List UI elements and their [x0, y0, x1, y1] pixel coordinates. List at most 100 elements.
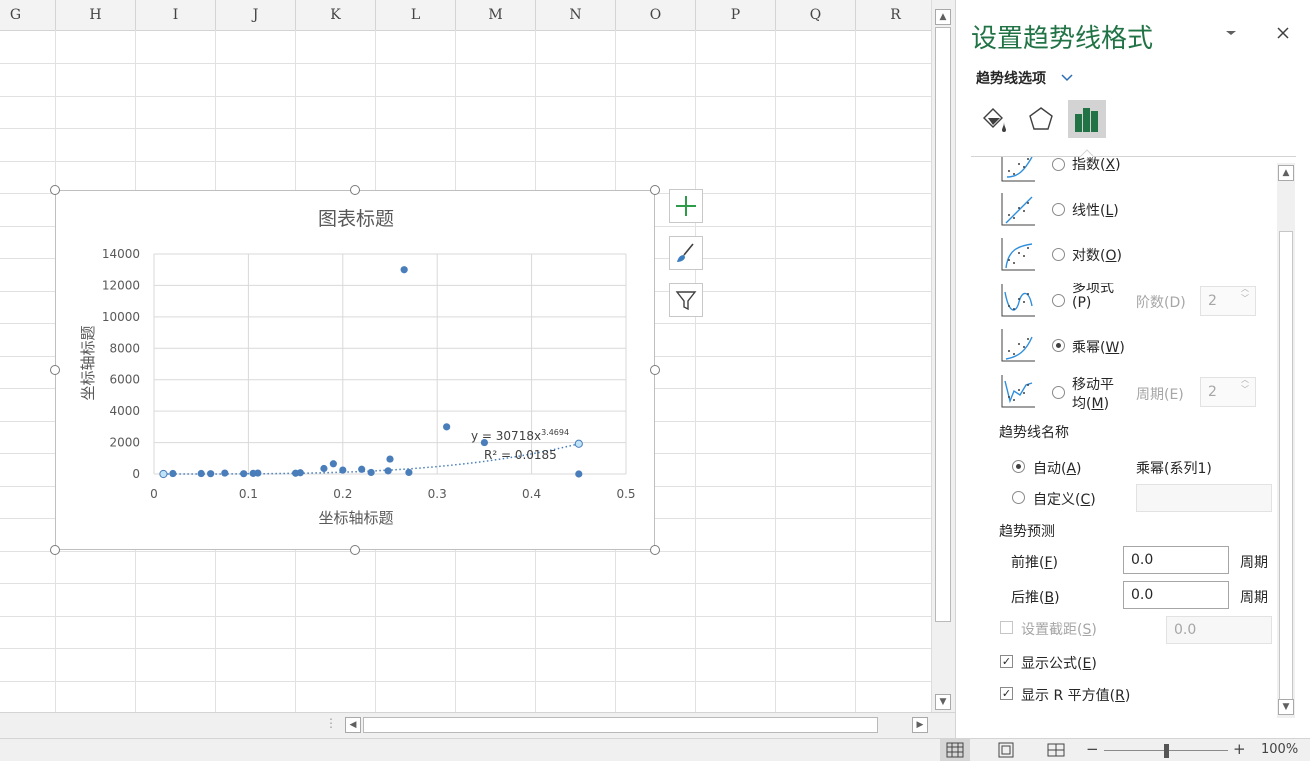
zoom-level[interactable]: 100% — [1261, 742, 1298, 757]
zoom-in-button[interactable]: + — [1233, 740, 1246, 758]
moving-average-label-line2[interactable]: 均(M) — [1072, 393, 1109, 413]
scroll-up-arrow-icon[interactable]: ▲ — [1278, 165, 1294, 181]
show-r2-label[interactable]: 显示 R 平方值(R) — [1021, 685, 1130, 705]
column-header-P[interactable]: P — [696, 0, 776, 30]
scroll-left-arrow-icon[interactable]: ◀ — [345, 717, 361, 733]
data-point[interactable] — [254, 469, 262, 477]
resize-handle-left[interactable] — [50, 365, 60, 375]
vertical-scroll-thumb[interactable] — [935, 27, 951, 622]
horizontal-scroll-thumb[interactable] — [363, 717, 878, 733]
power-radio[interactable] — [1052, 339, 1065, 352]
resize-handle-bottom[interactable] — [350, 545, 360, 555]
chevron-down-icon[interactable] — [1224, 26, 1238, 40]
resize-handle-top[interactable] — [350, 185, 360, 195]
horizontal-scrollbar[interactable]: ⋮ ◀ ▶ — [0, 712, 955, 738]
vertical-scrollbar[interactable]: ▲ ▼ — [931, 0, 955, 712]
resize-handle-bottom-right[interactable] — [650, 545, 660, 555]
trendline-options-dropdown[interactable]: 趋势线选项 — [976, 68, 1046, 88]
resize-handle-bottom-left[interactable] — [50, 545, 60, 555]
data-point[interactable] — [443, 423, 451, 431]
data-point[interactable] — [296, 469, 304, 477]
column-header-L[interactable]: L — [376, 0, 456, 30]
power-label[interactable]: 乘幂(W) — [1072, 337, 1125, 357]
data-point[interactable] — [405, 468, 413, 477]
column-header-Q[interactable]: Q — [776, 0, 856, 30]
set-intercept-checkbox[interactable] — [1000, 621, 1013, 634]
custom-name-label[interactable]: 自定义(C) — [1033, 489, 1096, 509]
linear-label[interactable]: 线性(L) — [1072, 200, 1119, 220]
x-axis-title[interactable]: 坐标轴标题 — [318, 509, 393, 527]
zoom-out-button[interactable]: − — [1086, 740, 1099, 758]
column-header-N[interactable]: N — [536, 0, 616, 30]
scroll-down-arrow-icon[interactable]: ▼ — [1278, 699, 1294, 715]
scroll-right-arrow-icon[interactable]: ▶ — [912, 717, 928, 733]
column-header-G[interactable]: G — [0, 0, 56, 30]
scroll-down-arrow-icon[interactable]: ▼ — [935, 694, 951, 710]
column-header-M[interactable]: M — [456, 0, 536, 30]
logarithmic-label[interactable]: 对数(O) — [1072, 245, 1122, 265]
moving-average-radio[interactable] — [1052, 386, 1065, 399]
custom-name-radio[interactable] — [1012, 491, 1025, 504]
close-icon[interactable] — [1276, 26, 1290, 40]
trendline-options-tab[interactable] — [1068, 100, 1106, 138]
moving-average-label-line1[interactable]: 移动平 — [1072, 374, 1114, 394]
data-point[interactable] — [339, 466, 347, 474]
data-point[interactable] — [207, 470, 215, 478]
exponential-radio[interactable] — [1052, 158, 1065, 171]
effects-pentagon-icon[interactable] — [1024, 102, 1058, 136]
resize-handle-top-right[interactable] — [650, 185, 660, 195]
period-stepper[interactable]: 2 ︿ ﹀ — [1200, 375, 1256, 407]
trendline-equation[interactable]: y = 30718x3.4694 — [471, 428, 569, 443]
chart-filters-button[interactable] — [669, 283, 703, 317]
data-point[interactable] — [575, 470, 583, 478]
y-axis-title[interactable]: 坐标轴标题 — [79, 325, 97, 400]
data-point[interactable] — [197, 469, 205, 478]
show-r2-checkbox[interactable]: ✓ — [1000, 687, 1013, 700]
custom-name-input[interactable] — [1136, 484, 1272, 512]
data-point[interactable] — [367, 468, 375, 477]
column-header-R[interactable]: R — [856, 0, 931, 30]
data-point[interactable] — [169, 469, 177, 478]
zoom-slider-thumb[interactable] — [1164, 744, 1169, 758]
linear-radio[interactable] — [1052, 203, 1065, 216]
trendline-endpoint-handle[interactable] — [574, 439, 583, 448]
normal-view-icon[interactable] — [940, 739, 970, 761]
chart-styles-button[interactable] — [669, 236, 703, 270]
pane-scroll-thumb[interactable] — [1279, 231, 1293, 701]
column-header-J[interactable]: J — [216, 0, 296, 30]
auto-name-radio[interactable] — [1012, 460, 1025, 473]
forward-input[interactable]: 0.0 — [1123, 546, 1229, 574]
chart-title[interactable]: 图表标题 — [318, 208, 394, 230]
resize-handle-right[interactable] — [650, 365, 660, 375]
auto-name-label[interactable]: 自动(A) — [1033, 458, 1082, 478]
data-point[interactable] — [358, 465, 366, 473]
show-equation-label[interactable]: 显示公式(E) — [1021, 653, 1097, 673]
polynomial-order-stepper[interactable]: 2 ︿ ﹀ — [1200, 284, 1256, 316]
page-break-view-icon[interactable] — [1041, 739, 1071, 761]
page-layout-view-icon[interactable] — [991, 739, 1021, 761]
column-header-I[interactable]: I — [136, 0, 216, 30]
data-point[interactable] — [386, 455, 394, 463]
show-equation-checkbox[interactable]: ✓ — [1000, 655, 1013, 668]
backward-input[interactable]: 0.0 — [1123, 581, 1229, 609]
trendline-r2[interactable]: R² = 0.0185 — [484, 448, 557, 462]
data-point[interactable] — [384, 467, 392, 475]
chevron-down-icon[interactable] — [1061, 72, 1073, 84]
logarithmic-radio[interactable] — [1052, 248, 1065, 261]
data-point[interactable] — [400, 266, 408, 274]
trendline-endpoint-handle[interactable] — [159, 469, 168, 479]
data-point[interactable] — [240, 470, 248, 478]
polynomial-radio[interactable] — [1052, 294, 1065, 307]
scroll-up-arrow-icon[interactable]: ▲ — [935, 9, 951, 25]
chart-elements-button[interactable] — [669, 189, 703, 223]
pane-scrollbar[interactable]: ▲ ▼ — [1277, 163, 1295, 718]
column-header-K[interactable]: K — [296, 0, 376, 30]
chart-area[interactable]: 图表标题 0 2000 4000 6000 8000 10000 12000 14000 0 0.… — [55, 190, 655, 550]
fill-line-icon[interactable] — [976, 102, 1010, 136]
data-point[interactable] — [221, 469, 229, 477]
data-point[interactable] — [320, 464, 328, 473]
resize-handle-top-left[interactable] — [50, 185, 60, 195]
exponential-label[interactable]: 指数(X) — [1072, 157, 1121, 174]
polynomial-label[interactable]: 多项式 (P) — [1072, 283, 1126, 309]
data-point[interactable] — [329, 460, 337, 468]
